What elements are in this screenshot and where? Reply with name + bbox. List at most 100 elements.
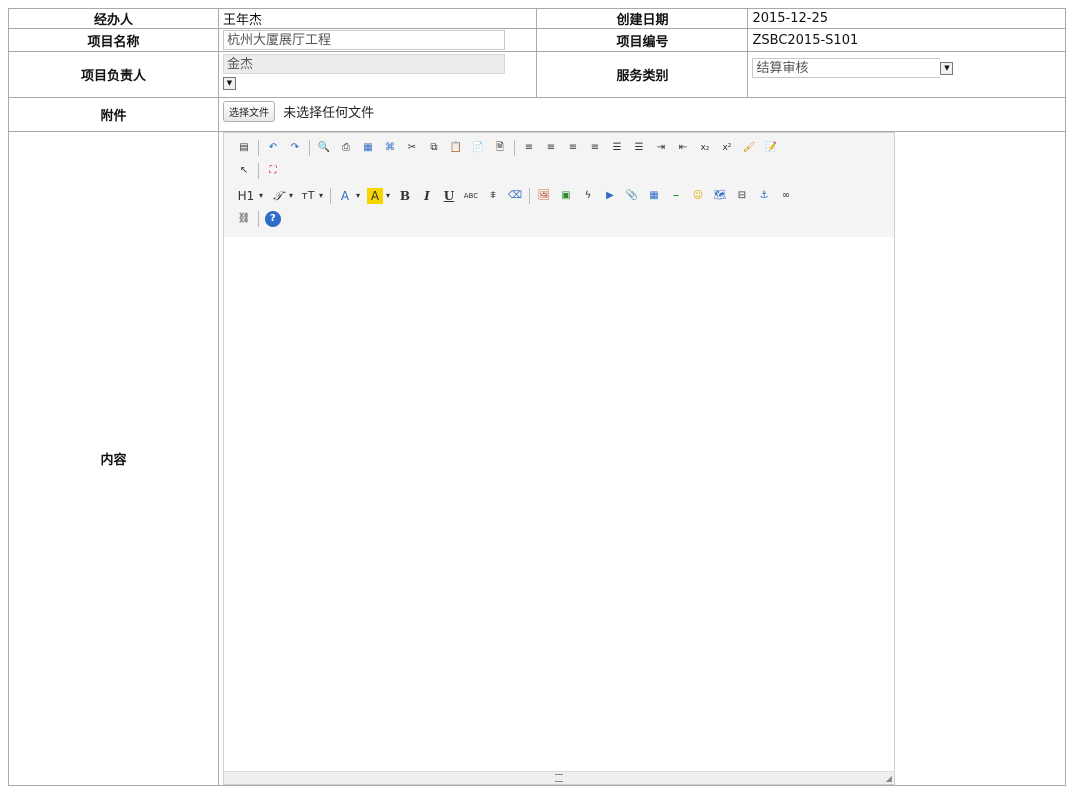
editor-resize-corner-icon[interactable]: ◢ bbox=[886, 774, 892, 783]
remove-format-icon[interactable]: ⌫ bbox=[507, 188, 523, 204]
form-row-project: 项目名称 杭州大厦展厅工程 项目编号 ZSBC2015-S101 bbox=[8, 28, 1066, 52]
form-row-attachment: 附件 选择文件 未选择任何文件 bbox=[8, 97, 1066, 132]
toolbar-separator bbox=[513, 140, 515, 156]
paste-icon[interactable]: 📋 bbox=[448, 140, 464, 156]
map-icon[interactable]: 🗺 bbox=[712, 188, 728, 204]
content-label: 内容 bbox=[8, 131, 219, 786]
choose-file-button[interactable]: 选择文件 bbox=[222, 101, 275, 122]
font-family-dropdown-icon[interactable]: ▾ bbox=[288, 188, 294, 204]
select-icon[interactable]: ↖ bbox=[236, 163, 252, 179]
table-icon[interactable]: ▦ bbox=[646, 188, 662, 204]
superscript-icon[interactable]: x² bbox=[719, 140, 735, 156]
preview-icon[interactable]: 🔍 bbox=[316, 140, 332, 156]
form-row-handler: 经办人 王年杰 创建日期 2015-12-25 bbox=[8, 8, 1066, 29]
file-status-text: 未选择任何文件 bbox=[283, 106, 375, 121]
image-icon[interactable]: 🖼 bbox=[536, 188, 552, 204]
leader-dropdown-arrow-icon[interactable]: ▼ bbox=[222, 77, 236, 90]
justify-icon[interactable]: ≡ bbox=[587, 140, 603, 156]
toolbar-separator bbox=[308, 140, 310, 156]
project-name-cell: 杭州大厦展厅工程 bbox=[217, 28, 538, 52]
highlight-icon[interactable]: A bbox=[366, 188, 383, 204]
project-code-value: ZSBC2015-S101 bbox=[747, 28, 1066, 52]
toolbar-separator bbox=[257, 211, 259, 227]
clear-format-icon[interactable]: 🖌 bbox=[741, 140, 757, 156]
bold-icon[interactable]: B bbox=[397, 188, 413, 204]
undo-icon[interactable]: ↶ bbox=[265, 140, 281, 156]
redo-icon[interactable]: ↷ bbox=[287, 140, 303, 156]
line-height-icon[interactable]: ⩨ bbox=[485, 188, 501, 204]
unordered-list-icon[interactable]: ☰ bbox=[631, 140, 647, 156]
align-right-icon[interactable]: ≡ bbox=[565, 140, 581, 156]
insert-file-icon[interactable]: 📎 bbox=[624, 188, 640, 204]
code-icon[interactable]: ⌘ bbox=[382, 140, 398, 156]
toolbar-row-2: ↖ ⛶ bbox=[236, 163, 287, 179]
fullscreen-icon[interactable]: ⛶ bbox=[265, 163, 281, 179]
source-icon[interactable]: ▤ bbox=[236, 140, 252, 156]
page-break-icon[interactable]: ⊟ bbox=[734, 188, 750, 204]
unlink-icon[interactable]: ⛓ bbox=[236, 211, 252, 227]
form-row-leader: 项目负责人 金杰 ▼ 服务类别 结算审核 ▼ bbox=[8, 51, 1066, 98]
media-icon[interactable]: ▶ bbox=[602, 188, 618, 204]
toolbar-separator bbox=[528, 188, 530, 204]
toolbar-separator bbox=[329, 188, 331, 204]
service-type-label: 服务类别 bbox=[536, 51, 749, 98]
flash-icon[interactable]: ϟ bbox=[580, 188, 596, 204]
outdent-icon[interactable]: ⇤ bbox=[675, 140, 691, 156]
attachment-cell: 选择文件 未选择任何文件 bbox=[217, 97, 1066, 132]
editor-resize-grip-icon[interactable] bbox=[554, 774, 563, 782]
service-type-select[interactable]: 结算审核 bbox=[752, 58, 941, 78]
cut-icon[interactable]: ✂ bbox=[404, 140, 420, 156]
created-date-value: 2015-12-25 bbox=[747, 8, 1066, 29]
about-icon[interactable]: ? bbox=[264, 211, 281, 227]
editor-toolbar: ▤ ↶ ↷ 🔍 ⎙ ▦ ⌘ ✂ ⧉ 📋 📄 🗎 ≡ ≡ ≡ ≡ ☰ ☰ ⇥ ⇤ … bbox=[223, 133, 894, 238]
project-name-input[interactable]: 杭州大厦展厅工程 bbox=[222, 30, 505, 50]
heading-dropdown-icon[interactable]: ▾ bbox=[258, 188, 264, 204]
project-name-label: 项目名称 bbox=[8, 28, 219, 52]
subscript-icon[interactable]: x₂ bbox=[697, 140, 713, 156]
toolbar-row-3: H1 ▾ 𝒯 ▾ тT ▾ A ▾ A ▾ B I U ABC ⩨ ⌫ 🖼 ▣ … bbox=[236, 188, 800, 204]
highlight-dropdown-icon[interactable]: ▾ bbox=[385, 188, 391, 204]
indent-icon[interactable]: ⇥ bbox=[653, 140, 669, 156]
align-left-icon[interactable]: ≡ bbox=[521, 140, 537, 156]
service-dropdown-arrow-icon[interactable]: ▼ bbox=[940, 61, 954, 75]
underline-icon[interactable]: U bbox=[441, 188, 457, 204]
print-icon[interactable]: ⎙ bbox=[338, 140, 354, 156]
rich-text-editor: ▤ ↶ ↷ 🔍 ⎙ ▦ ⌘ ✂ ⧉ 📋 📄 🗎 ≡ ≡ ≡ ≡ ☰ ☰ ⇥ ⇤ … bbox=[222, 132, 895, 785]
copy-icon[interactable]: ⧉ bbox=[426, 140, 442, 156]
paste-text-icon[interactable]: 📄 bbox=[470, 140, 486, 156]
editor-content-area[interactable] bbox=[223, 237, 894, 772]
multi-image-icon[interactable]: ▣ bbox=[558, 188, 574, 204]
font-family-icon[interactable]: 𝒯 bbox=[270, 188, 286, 204]
attachment-label: 附件 bbox=[8, 97, 219, 132]
select-all-icon[interactable]: 📝 bbox=[763, 140, 779, 156]
emoticon-icon[interactable]: ☺ bbox=[690, 188, 706, 204]
font-color-icon[interactable]: A bbox=[337, 188, 353, 204]
toolbar-row-1: ▤ ↶ ↷ 🔍 ⎙ ▦ ⌘ ✂ ⧉ 📋 📄 🗎 ≡ ≡ ≡ ≡ ☰ ☰ ⇥ ⇤ … bbox=[236, 140, 785, 156]
link-icon[interactable]: ∞ bbox=[778, 188, 794, 204]
align-center-icon[interactable]: ≡ bbox=[543, 140, 559, 156]
toolbar-separator bbox=[257, 140, 259, 156]
form-row-content: 内容 ▤ ↶ ↷ 🔍 ⎙ ▦ ⌘ ✂ ⧉ 📋 📄 🗎 ≡ ≡ ≡ ≡ ☰ ☰ ⇥… bbox=[8, 131, 1066, 786]
template-icon[interactable]: ▦ bbox=[360, 140, 376, 156]
leader-label: 项目负责人 bbox=[8, 51, 219, 98]
handler-label: 经办人 bbox=[8, 8, 219, 29]
anchor-icon[interactable]: ⚓ bbox=[756, 188, 772, 204]
font-size-dropdown-icon[interactable]: ▾ bbox=[318, 188, 324, 204]
content-cell: ▤ ↶ ↷ 🔍 ⎙ ▦ ⌘ ✂ ⧉ 📋 📄 🗎 ≡ ≡ ≡ ≡ ☰ ☰ ⇥ ⇤ … bbox=[217, 131, 1066, 786]
leader-cell: 金杰 ▼ bbox=[217, 51, 538, 98]
handler-value: 王年杰 bbox=[217, 8, 538, 29]
font-size-icon[interactable]: тT bbox=[300, 188, 316, 204]
editor-statusbar: ◢ bbox=[223, 771, 894, 784]
heading-icon[interactable]: H1 bbox=[236, 188, 256, 204]
service-type-cell: 结算审核 ▼ bbox=[747, 51, 1066, 98]
created-date-label: 创建日期 bbox=[536, 8, 749, 29]
paste-word-icon[interactable]: 🗎 bbox=[492, 140, 508, 156]
toolbar-row-4: ⛓ ? bbox=[236, 211, 287, 227]
ordered-list-icon[interactable]: ☰ bbox=[609, 140, 625, 156]
hr-icon[interactable]: ⎯ bbox=[668, 188, 684, 204]
italic-icon[interactable]: I bbox=[419, 188, 435, 204]
font-color-dropdown-icon[interactable]: ▾ bbox=[355, 188, 361, 204]
strikethrough-icon[interactable]: ABC bbox=[463, 188, 479, 204]
leader-select[interactable]: 金杰 bbox=[222, 54, 505, 74]
project-form: 经办人 王年杰 创建日期 2015-12-25 项目名称 杭州大厦展厅工程 项目… bbox=[8, 8, 1066, 786]
